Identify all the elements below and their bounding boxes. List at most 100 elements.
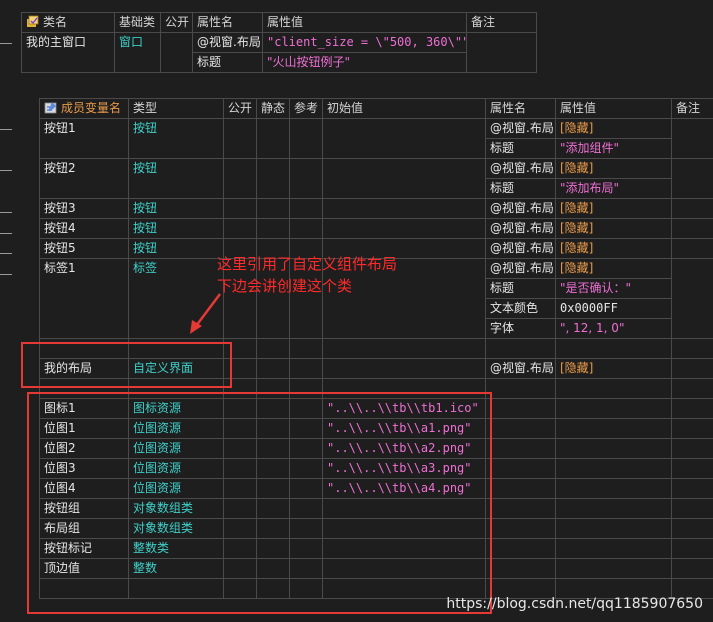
prop-value-cell[interactable]: [隐藏]	[555, 158, 672, 179]
member-name-cell[interactable]: 按钮1	[39, 118, 129, 159]
prop-value-cell[interactable]	[555, 398, 672, 419]
prop-value-cell[interactable]	[555, 418, 672, 439]
member-type-cell[interactable]: 按钮	[128, 198, 224, 219]
initial-value-cell[interactable]	[322, 358, 486, 379]
initial-value-cell[interactable]	[322, 198, 486, 219]
header-prop-name[interactable]: 属性名	[192, 12, 263, 33]
prop-value-cell[interactable]: "火山按钮例子"	[262, 52, 467, 73]
empty-cell[interactable]	[555, 378, 672, 399]
header-type[interactable]: 类型	[128, 98, 224, 119]
prop-name-cell[interactable]	[485, 498, 556, 519]
prop-value-cell[interactable]: 0x0000FF	[555, 298, 672, 319]
public-cell[interactable]	[223, 218, 257, 239]
static-cell[interactable]	[256, 198, 290, 219]
member-row[interactable]: 按钮4 按钮 @视窗.布局 [隐藏]	[39, 218, 713, 239]
remark-cell[interactable]	[671, 418, 713, 439]
member-row[interactable]: 按钮3 按钮 @视窗.布局 [隐藏]	[39, 198, 713, 219]
empty-cell[interactable]	[485, 338, 556, 359]
remark-cell[interactable]	[671, 258, 713, 339]
prop-value-cell[interactable]: [隐藏]	[555, 258, 672, 279]
remark-cell[interactable]	[671, 478, 713, 499]
prop-value-cell[interactable]: "是否确认："	[555, 278, 672, 299]
prop-value-cell[interactable]	[555, 538, 672, 559]
prop-value-cell[interactable]: ", 12, 1, 0"	[555, 318, 672, 339]
prop-value-cell[interactable]: [隐藏]	[555, 118, 672, 139]
public-cell[interactable]	[223, 198, 257, 219]
prop-value-cell[interactable]	[555, 438, 672, 459]
remark-cell[interactable]	[671, 358, 713, 379]
static-cell[interactable]	[256, 118, 290, 159]
header-reference[interactable]: 参考	[289, 98, 323, 119]
remark-cell[interactable]	[671, 398, 713, 419]
member-type-cell[interactable]: 按钮	[128, 118, 224, 159]
initial-value-cell[interactable]	[322, 118, 486, 159]
prop-name-cell[interactable]	[485, 458, 556, 479]
prop-name-cell[interactable]: @视窗.布局	[485, 118, 556, 139]
prop-name-cell[interactable]	[485, 478, 556, 499]
header-prop-value[interactable]: 属性值	[555, 98, 672, 119]
remark-cell[interactable]	[671, 538, 713, 559]
header-base-class[interactable]: 基础类	[114, 12, 161, 33]
prop-name-cell[interactable]	[485, 518, 556, 539]
header-initial-value[interactable]: 初始值	[322, 98, 486, 119]
empty-cell[interactable]	[671, 378, 713, 399]
prop-name-cell[interactable]: @视窗.布局	[485, 358, 556, 379]
remark-cell[interactable]	[671, 218, 713, 239]
prop-name-cell[interactable]: @视窗.布局	[192, 32, 263, 53]
member-name-cell[interactable]: 按钮2	[39, 158, 129, 199]
header-remark[interactable]: 备注	[466, 12, 537, 33]
prop-value-cell[interactable]	[555, 458, 672, 479]
prop-name-cell[interactable]	[485, 558, 556, 579]
empty-cell[interactable]	[256, 338, 290, 359]
remark-cell[interactable]	[671, 458, 713, 479]
initial-value-cell[interactable]	[322, 218, 486, 239]
empty-cell[interactable]	[322, 338, 486, 359]
prop-name-cell[interactable]: @视窗.布局	[485, 258, 556, 279]
prop-value-cell[interactable]: [隐藏]	[555, 198, 672, 219]
prop-value-cell[interactable]	[555, 518, 672, 539]
prop-value-cell[interactable]: "添加组件"	[555, 138, 672, 159]
member-name-cell[interactable]: 标签1	[39, 258, 129, 339]
static-cell[interactable]	[256, 218, 290, 239]
remark-cell[interactable]	[671, 518, 713, 539]
header-remark[interactable]: 备注	[671, 98, 713, 119]
remark-cell[interactable]	[466, 32, 537, 73]
header-member-name[interactable]: 成员变量名	[39, 98, 129, 119]
header-class-name[interactable]: 类名	[21, 12, 115, 33]
static-cell[interactable]	[256, 158, 290, 199]
prop-value-cell[interactable]: [隐藏]	[555, 218, 672, 239]
prop-name-cell[interactable]: @视窗.布局	[485, 218, 556, 239]
prop-value-cell[interactable]: [隐藏]	[555, 358, 672, 379]
prop-value-cell[interactable]: "client_size = \"500, 360\""	[262, 32, 467, 53]
member-name-cell[interactable]: 按钮5	[39, 238, 129, 259]
member-type-cell[interactable]: 按钮	[128, 238, 224, 259]
remark-cell[interactable]	[671, 498, 713, 519]
header-static[interactable]: 静态	[256, 98, 290, 119]
window-class-row[interactable]: 我的主窗口 窗口 @视窗.布局 "client_size = \"500, 36…	[21, 32, 537, 73]
prop-name-cell[interactable]: 标题	[192, 52, 263, 73]
prop-name-cell[interactable]: @视窗.布局	[485, 238, 556, 259]
prop-name-cell[interactable]	[485, 538, 556, 559]
remark-cell[interactable]	[671, 158, 713, 199]
prop-name-cell[interactable]: 标题	[485, 278, 556, 299]
prop-name-cell[interactable]	[485, 398, 556, 419]
prop-name-cell[interactable]: 文本颜色	[485, 298, 556, 319]
member-type-cell[interactable]: 按钮	[128, 218, 224, 239]
header-prop-name[interactable]: 属性名	[485, 98, 556, 119]
static-cell[interactable]	[256, 358, 290, 379]
remark-cell[interactable]	[671, 558, 713, 579]
reference-cell[interactable]	[289, 218, 323, 239]
header-public[interactable]: 公开	[160, 12, 193, 33]
member-row[interactable]: 按钮1 按钮 @视窗.布局 [隐藏]	[39, 118, 713, 159]
prop-value-cell[interactable]: "添加布局"	[555, 178, 672, 199]
class-name-cell[interactable]: 我的主窗口	[21, 32, 115, 73]
public-cell[interactable]	[160, 32, 193, 73]
remark-cell[interactable]	[671, 438, 713, 459]
prop-name-cell[interactable]: @视窗.布局	[485, 158, 556, 179]
empty-cell[interactable]	[289, 338, 323, 359]
header-public[interactable]: 公开	[223, 98, 257, 119]
empty-cell[interactable]	[485, 378, 556, 399]
reference-cell[interactable]	[289, 358, 323, 379]
header-prop-value[interactable]: 属性值	[262, 12, 467, 33]
member-type-cell[interactable]: 按钮	[128, 158, 224, 199]
